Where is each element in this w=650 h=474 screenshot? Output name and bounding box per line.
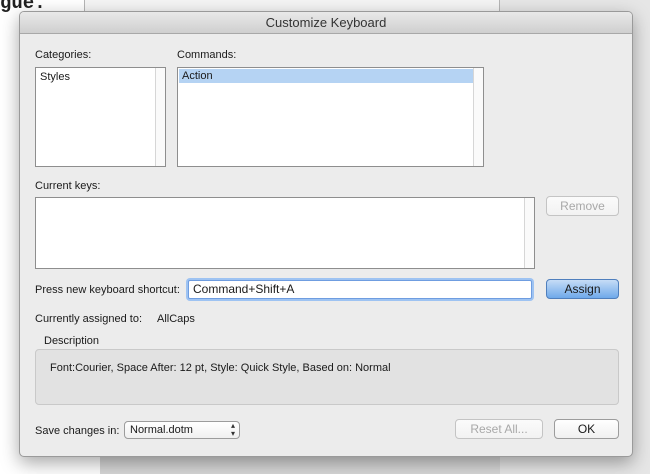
save-in-value: Normal.dotm [130,424,193,436]
commands-item-action[interactable]: Action [179,69,473,83]
up-down-arrows-icon: ▴ ▾ [230,421,235,438]
customize-keyboard-dialog: Customize Keyboard Categories: Styles Co… [19,11,633,457]
commands-label: Commands: [177,49,237,61]
description-label: Description [44,335,100,347]
assign-button[interactable]: Assign [546,279,619,299]
commands-list[interactable]: Action [177,67,484,167]
commands-scrollbar[interactable] [473,68,483,166]
description-box: Font:Courier, Space After: 12 pt, Style:… [35,349,619,405]
categories-scrollbar[interactable] [155,68,165,166]
current-keys-list[interactable] [35,197,535,269]
save-in-popup[interactable]: Normal.dotm ▴ ▾ [124,421,240,439]
assigned-value: AllCaps [157,313,195,325]
current-keys-scrollbar[interactable] [524,198,534,268]
reset-all-button[interactable]: Reset All... [455,419,543,439]
current-keys-label: Current keys: [35,180,101,192]
categories-label: Categories: [35,49,92,61]
dialog-title: Customize Keyboard [20,12,632,34]
save-in-label: Save changes in: [35,425,120,437]
remove-button[interactable]: Remove [546,196,619,216]
categories-item-styles[interactable]: Styles [37,70,155,84]
shortcut-label: Press new keyboard shortcut: [35,284,180,296]
ok-button[interactable]: OK [554,419,619,439]
assigned-label: Currently assigned to: [35,313,142,325]
description-text: Font:Courier, Space After: 12 pt, Style:… [50,362,391,374]
shortcut-input[interactable]: Command+Shift+A [188,280,532,299]
categories-list[interactable]: Styles [35,67,166,167]
